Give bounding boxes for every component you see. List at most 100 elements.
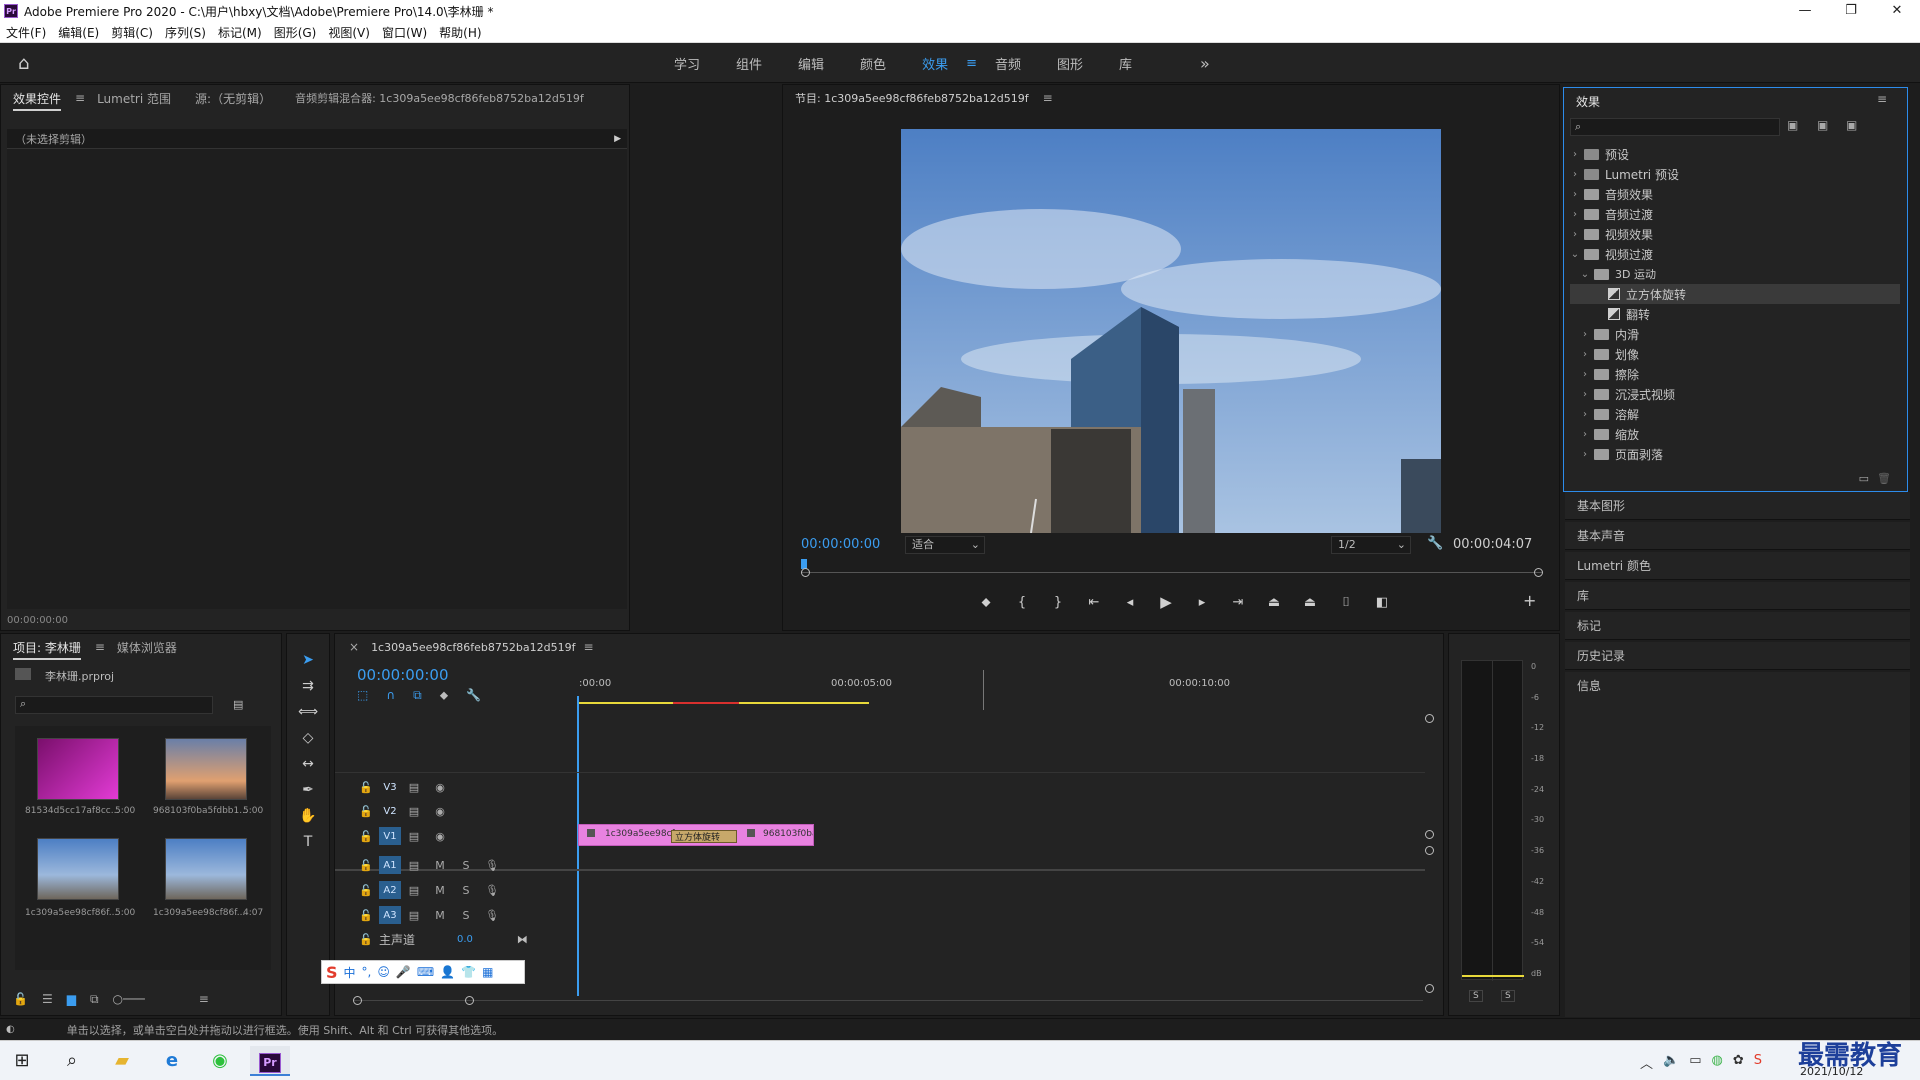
- tree-item[interactable]: ⌄ 视频过渡: [1570, 244, 1900, 264]
- delete-icon[interactable]: 🗑: [1877, 472, 1891, 485]
- program-timecode[interactable]: 00:00:00:00: [801, 537, 880, 552]
- sogou-tray-icon[interactable]: S: [1754, 1053, 1762, 1072]
- workspace-audio[interactable]: 音频: [977, 54, 1039, 73]
- panel-menu-icon[interactable]: ≡: [75, 91, 85, 105]
- tray-app-icon[interactable]: ◍: [1712, 1053, 1723, 1072]
- mic-icon[interactable]: 🎙: [479, 884, 505, 897]
- menu-sequence[interactable]: 序列(S): [159, 24, 212, 41]
- fit-dropdown[interactable]: 适合 ⌄: [905, 536, 985, 554]
- user-icon[interactable]: 👤: [440, 965, 455, 979]
- master-volume[interactable]: 0.0: [457, 934, 473, 945]
- menu-graphics[interactable]: 图形(G): [268, 24, 323, 41]
- track-label[interactable]: V1: [379, 827, 401, 845]
- sync-lock-icon[interactable]: ▤: [401, 781, 427, 794]
- lock-icon[interactable]: 🔓: [353, 859, 379, 872]
- toolbox-icon[interactable]: ▦: [482, 965, 493, 979]
- add-marker-icon[interactable]: ⬥: [968, 595, 1004, 610]
- media-thumbnail[interactable]: [37, 838, 119, 900]
- solo-left-button[interactable]: S: [1469, 990, 1483, 1002]
- tree-item[interactable]: › 沉浸式视频: [1570, 384, 1900, 404]
- accelerated-effects-icon[interactable]: ▣: [1787, 118, 1798, 132]
- timeline-timecode[interactable]: 00:00:00:00: [357, 666, 449, 684]
- export-frame-icon[interactable]: ⌷: [1328, 595, 1364, 610]
- sync-lock-icon[interactable]: ▤: [401, 909, 427, 922]
- lift-icon[interactable]: ⏏: [1256, 595, 1292, 610]
- wechat-icon[interactable]: ◉: [200, 1046, 240, 1076]
- sync-lock-icon[interactable]: ▤: [401, 805, 427, 818]
- go-to-out-icon[interactable]: ⇥: [1220, 595, 1256, 610]
- new-bin-icon[interactable]: ▭: [1859, 472, 1869, 485]
- tree-item[interactable]: › 预设: [1570, 144, 1900, 164]
- horizontal-scrollbar[interactable]: [353, 996, 1423, 1006]
- solo-button[interactable]: S: [453, 859, 479, 872]
- sort-icon[interactable]: ≡: [199, 992, 209, 1007]
- snap-icon[interactable]: ∩: [386, 688, 395, 703]
- eye-icon[interactable]: ◉: [427, 830, 453, 843]
- info-panel[interactable]: 信息: [1565, 672, 1910, 1017]
- close-sequence-icon[interactable]: ×: [335, 640, 365, 654]
- track-label[interactable]: A1: [379, 856, 401, 874]
- ime-toolbar[interactable]: S 中 °, ☺ 🎤 ⌨ 👤 👕 ▦: [321, 960, 525, 984]
- tree-item[interactable]: › Lumetri 预设: [1570, 164, 1900, 184]
- timeline-clip[interactable]: 1c309a5ee98cf 立方体旋转 968103f0ba5fdbb1348: [578, 824, 814, 846]
- workspace-color[interactable]: 颜色: [842, 54, 904, 73]
- program-menu-icon[interactable]: ≡: [1043, 91, 1053, 105]
- tray-app-icon[interactable]: ✿: [1733, 1053, 1744, 1072]
- add-button-icon[interactable]: +: [1523, 591, 1536, 610]
- workspace-learn[interactable]: 学习: [656, 54, 718, 73]
- yuv-effects-icon[interactable]: ▣: [1846, 118, 1857, 132]
- vertical-scroll-handle[interactable]: [1425, 846, 1434, 855]
- comparison-view-icon[interactable]: ◧: [1364, 595, 1400, 610]
- workspace-libraries[interactable]: 库: [1101, 54, 1150, 73]
- play-icon[interactable]: ▶: [1148, 593, 1184, 611]
- eye-icon[interactable]: ◉: [427, 805, 453, 818]
- solo-button[interactable]: S: [453, 909, 479, 922]
- mute-button[interactable]: M: [427, 884, 453, 897]
- tree-item[interactable]: › 视频效果: [1570, 224, 1900, 244]
- premiere-taskbar-icon[interactable]: Pr: [250, 1046, 290, 1076]
- track-label[interactable]: V3: [379, 778, 401, 796]
- go-to-in-icon[interactable]: ⇤: [1076, 595, 1112, 610]
- solo-right-button[interactable]: S: [1501, 990, 1515, 1002]
- tray-chevron-icon[interactable]: ︿: [1640, 1053, 1653, 1072]
- tree-item[interactable]: › 缩放: [1570, 424, 1900, 444]
- razor-tool-icon[interactable]: ◇: [295, 730, 321, 752]
- keyboard-icon[interactable]: ⌨: [417, 965, 434, 979]
- lock-icon[interactable]: 🔓: [13, 992, 28, 1007]
- punctuation-icon[interactable]: °,: [362, 965, 372, 979]
- timeline-settings-icon[interactable]: 🔧: [466, 688, 481, 703]
- list-view-icon[interactable]: ☰: [42, 992, 53, 1007]
- ripple-edit-tool-icon[interactable]: ⟺: [295, 704, 321, 726]
- vertical-scroll-handle[interactable]: [1425, 830, 1434, 839]
- tree-item[interactable]: › 溶解: [1570, 404, 1900, 424]
- slip-tool-icon[interactable]: ↔: [295, 756, 321, 778]
- lock-icon[interactable]: 🔓: [353, 909, 379, 922]
- hand-tool-icon[interactable]: ✋: [295, 808, 321, 830]
- timeline-menu-icon[interactable]: ≡: [583, 640, 593, 654]
- lock-icon[interactable]: 🔓: [353, 933, 379, 946]
- menu-clip[interactable]: 剪辑(C): [105, 24, 159, 41]
- freeform-view-icon[interactable]: ⧉: [90, 992, 99, 1007]
- pen-tool-icon[interactable]: ✒: [295, 782, 321, 804]
- tab-audio-clip-mixer[interactable]: 音频剪辑混合器: 1c309a5ee98cf86feb8752ba12d519f: [283, 90, 596, 106]
- mic-icon[interactable]: 🎙: [479, 859, 505, 872]
- voice-icon[interactable]: 🎤: [396, 965, 411, 979]
- track-select-tool-icon[interactable]: ⇉: [295, 678, 321, 700]
- tree-item[interactable]: › 擦除: [1570, 364, 1900, 384]
- sequence-tab[interactable]: 1c309a5ee98cf86feb8752ba12d519f: [365, 641, 581, 654]
- essential-sound-panel[interactable]: 基本声音: [1565, 522, 1910, 550]
- project-search-input[interactable]: ⌕: [15, 696, 213, 714]
- track-label[interactable]: A2: [379, 881, 401, 899]
- lock-icon[interactable]: 🔓: [353, 830, 379, 843]
- mark-out-icon[interactable]: }: [1040, 595, 1076, 610]
- time-ruler[interactable]: :00:00 00:00:05:00 00:00:10:00: [579, 670, 1429, 710]
- edge-browser-icon[interactable]: e: [152, 1046, 192, 1076]
- history-panel[interactable]: 历史记录: [1565, 642, 1910, 670]
- skin-icon[interactable]: 👕: [461, 965, 476, 979]
- type-tool-icon[interactable]: T: [295, 834, 321, 856]
- more-workspaces-icon[interactable]: »: [1150, 54, 1228, 73]
- mark-in-icon[interactable]: {: [1004, 595, 1040, 610]
- mute-button[interactable]: M: [427, 859, 453, 872]
- tab-media-browser[interactable]: 媒体浏览器: [105, 639, 189, 656]
- menu-marker[interactable]: 标记(M): [212, 24, 268, 41]
